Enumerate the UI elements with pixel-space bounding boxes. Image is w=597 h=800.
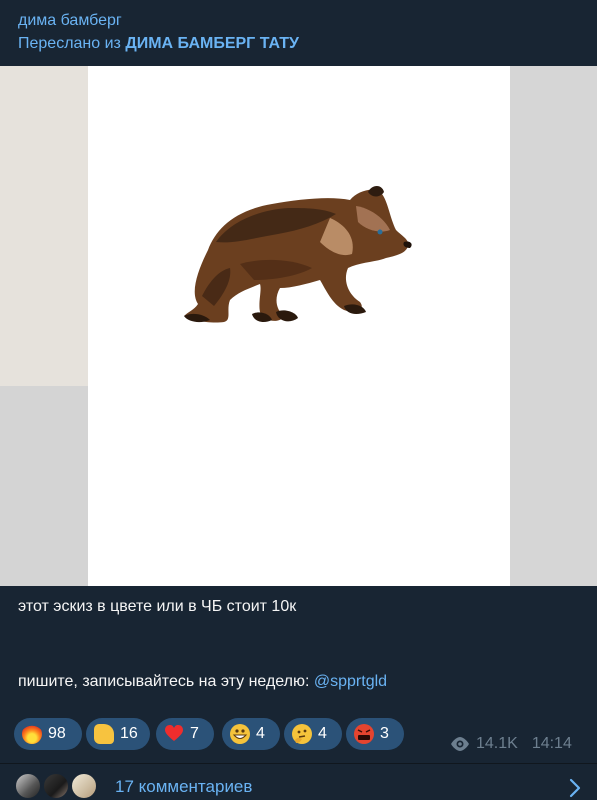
post-header: дима бамберг Переслано из ДИМА БАМБЕРГ Т… xyxy=(0,0,597,66)
image-blur-background xyxy=(0,66,88,386)
commenter-avatars xyxy=(14,772,104,800)
reaction-count: 98 xyxy=(48,725,66,742)
post-caption: этот эскиз в цвете или в ЧБ стоит 10к xyxy=(18,598,297,615)
post-image[interactable] xyxy=(0,66,597,586)
image-blur-background xyxy=(0,386,88,586)
reaction-thinking[interactable]: 4 xyxy=(284,718,342,750)
forwarded-prefix: Переслано из xyxy=(18,35,126,52)
thumbs-up-emoji-icon xyxy=(94,724,114,744)
reaction-grin[interactable]: 4 xyxy=(222,718,280,750)
heart-emoji-icon xyxy=(164,724,184,744)
reaction-count: 4 xyxy=(256,725,265,742)
author-name[interactable]: дима бамберг xyxy=(18,10,579,32)
forwarded-from[interactable]: Переслано из ДИМА БАМБЕРГ ТАТУ xyxy=(18,32,579,56)
reaction-heart[interactable]: 7 xyxy=(156,718,214,750)
eye-icon xyxy=(451,737,469,751)
post-time: 14:14 xyxy=(531,735,572,752)
reaction-count: 4 xyxy=(318,725,327,742)
thinking-emoji-icon xyxy=(292,724,312,744)
avatar xyxy=(42,772,70,800)
reaction-count: 3 xyxy=(380,725,389,742)
reaction-fire[interactable]: 98 xyxy=(14,718,82,750)
reaction-angry[interactable]: 3 xyxy=(346,718,404,750)
chevron-right-icon xyxy=(569,778,581,798)
angry-cursing-emoji-icon xyxy=(354,724,374,744)
caption-cta-text: пишите, записывайтесь на эту неделю: xyxy=(18,673,314,690)
comments-count-label: 17 комментариев xyxy=(115,777,253,796)
mention-link[interactable]: @spprtgld xyxy=(314,673,387,690)
reaction-count: 16 xyxy=(120,725,138,742)
view-count: 14.1K xyxy=(476,735,518,752)
post-meta: 14.1K 14:14 xyxy=(450,733,572,755)
bear-cub-sketch xyxy=(184,186,412,323)
grin-emoji-icon xyxy=(230,724,250,744)
avatar xyxy=(70,772,98,800)
forwarded-source[interactable]: ДИМА БАМБЕРГ ТАТУ xyxy=(125,35,299,52)
comments-button[interactable]: 17 комментариев xyxy=(0,764,597,800)
channel-post: дима бамберг Переслано из ДИМА БАМБЕРГ Т… xyxy=(0,0,597,800)
reaction-count: 7 xyxy=(190,725,199,742)
avatar xyxy=(14,772,42,800)
fire-emoji-icon xyxy=(22,724,42,744)
reaction-thumbs-up[interactable]: 16 xyxy=(86,718,150,750)
post-caption-cta: пишите, записывайтесь на эту неделю: @sp… xyxy=(18,671,578,693)
image-blur-background xyxy=(510,66,597,586)
